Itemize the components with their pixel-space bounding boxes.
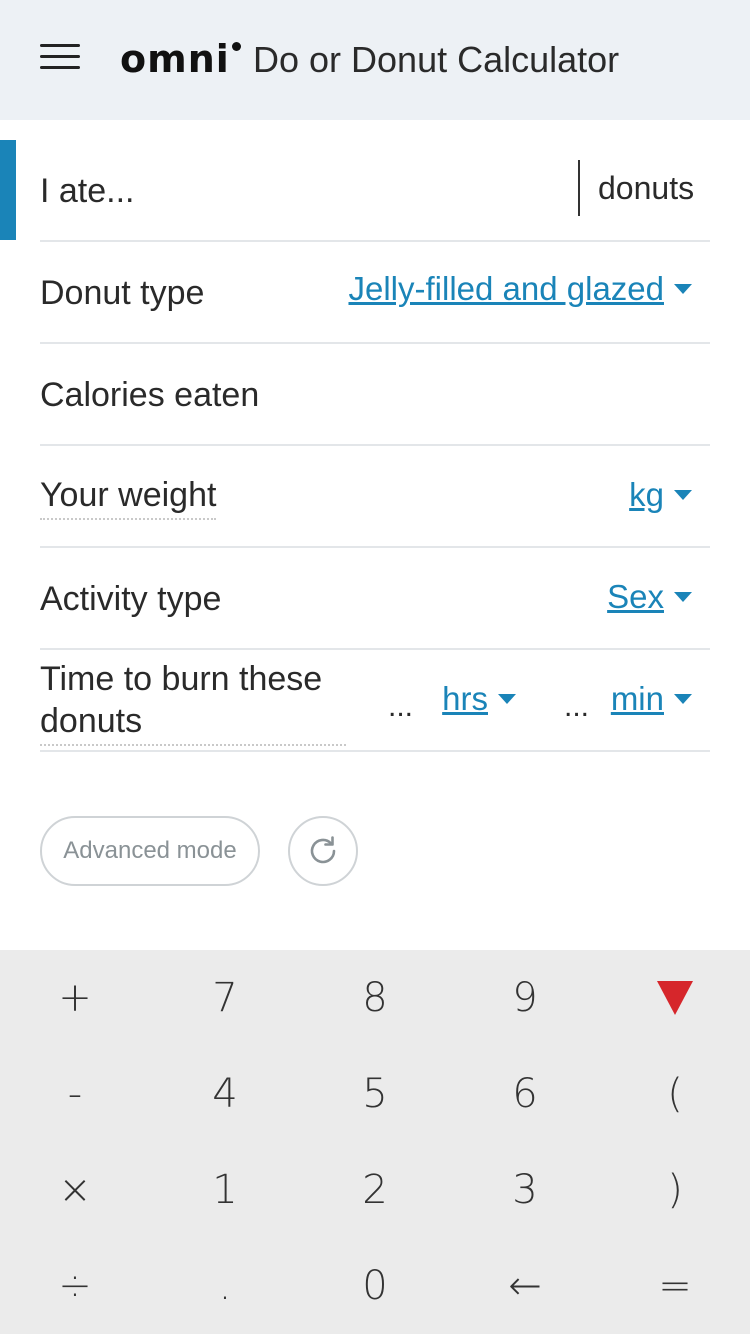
- key-5[interactable]: 5: [300, 1046, 450, 1142]
- donut-type-label: Donut type: [40, 274, 205, 312]
- donut-type-select[interactable]: Jelly-filled and glazed: [348, 268, 692, 310]
- row-time: Time to burn these donuts ... hrs ... mi…: [40, 650, 710, 752]
- calories-label: Calories eaten: [40, 376, 260, 414]
- key-6[interactable]: 6: [450, 1046, 600, 1142]
- chevron-down-icon: [674, 592, 692, 603]
- key-open-paren[interactable]: (: [600, 1046, 750, 1142]
- key-4[interactable]: 4: [150, 1046, 300, 1142]
- time-label-line1: Time to burn these: [40, 660, 323, 698]
- weight-unit-value: kg: [629, 476, 664, 513]
- activity-value: Sex: [607, 578, 664, 615]
- key-close-paren[interactable]: ): [600, 1142, 750, 1238]
- activity-select[interactable]: Sex: [607, 576, 692, 618]
- hrs-unit-select[interactable]: hrs: [442, 678, 516, 720]
- reload-button[interactable]: [288, 816, 358, 886]
- key-7[interactable]: 7: [150, 950, 300, 1046]
- row-ate: I ate... donuts: [40, 140, 710, 242]
- key-plus[interactable]: +: [0, 950, 150, 1046]
- chevron-down-icon: [674, 490, 692, 501]
- key-decimal[interactable]: .: [150, 1238, 300, 1334]
- backspace-key[interactable]: ←: [450, 1238, 600, 1334]
- time-label[interactable]: Time to burn these donuts: [40, 658, 346, 746]
- min-unit-select[interactable]: min: [611, 678, 692, 720]
- key-1[interactable]: 1: [150, 1142, 300, 1238]
- key-equals[interactable]: =: [600, 1238, 750, 1334]
- ate-input[interactable]: donuts: [578, 160, 710, 216]
- min-input[interactable]: ...: [564, 690, 589, 724]
- weight-label[interactable]: Your weight: [40, 474, 217, 520]
- donut-type-value: Jelly-filled and glazed: [348, 270, 664, 307]
- chevron-down-icon: [674, 284, 692, 295]
- hide-keyboard-button[interactable]: [600, 950, 750, 1046]
- focus-indicator: [0, 140, 16, 240]
- chevron-down-icon: [674, 694, 692, 705]
- advanced-mode-button[interactable]: Advanced mode: [40, 816, 260, 886]
- key-3[interactable]: 3: [450, 1142, 600, 1238]
- omni-logo[interactable]: omni: [120, 34, 230, 84]
- logo-dot: [232, 42, 241, 51]
- top-bar: omni Do or Donut Calculator: [0, 0, 750, 120]
- refresh-icon: [310, 836, 336, 864]
- key-minus[interactable]: -: [0, 1046, 150, 1142]
- key-9[interactable]: 9: [450, 950, 600, 1046]
- key-multiply[interactable]: ×: [0, 1142, 150, 1238]
- calculator-keypad: + 7 8 9 - 4 5 6 ( × 1 2 3 ) ÷ . 0 ← =: [0, 950, 750, 1334]
- row-activity: Activity type Sex: [40, 548, 710, 650]
- hrs-input[interactable]: ...: [388, 690, 413, 724]
- row-weight: Your weight kg: [40, 446, 710, 548]
- menu-icon[interactable]: [40, 44, 80, 70]
- weight-unit-select[interactable]: kg: [629, 474, 692, 516]
- chevron-down-icon: [498, 694, 516, 705]
- row-donut-type: Donut type Jelly-filled and glazed: [40, 242, 710, 344]
- row-calories: Calories eaten: [40, 344, 710, 446]
- key-8[interactable]: 8: [300, 950, 450, 1046]
- page-title: Do or Donut Calculator: [253, 39, 620, 80]
- min-unit-value: min: [610, 680, 664, 717]
- key-0[interactable]: 0: [300, 1238, 450, 1334]
- activity-label: Activity type: [40, 580, 222, 618]
- ate-unit: donuts: [598, 170, 695, 206]
- time-label-line2: donuts: [40, 702, 143, 740]
- key-divide[interactable]: ÷: [0, 1238, 150, 1334]
- hrs-unit-value: hrs: [442, 680, 488, 717]
- triangle-down-icon: [657, 981, 693, 1015]
- key-2[interactable]: 2: [300, 1142, 450, 1238]
- ate-label: I ate...: [40, 172, 135, 210]
